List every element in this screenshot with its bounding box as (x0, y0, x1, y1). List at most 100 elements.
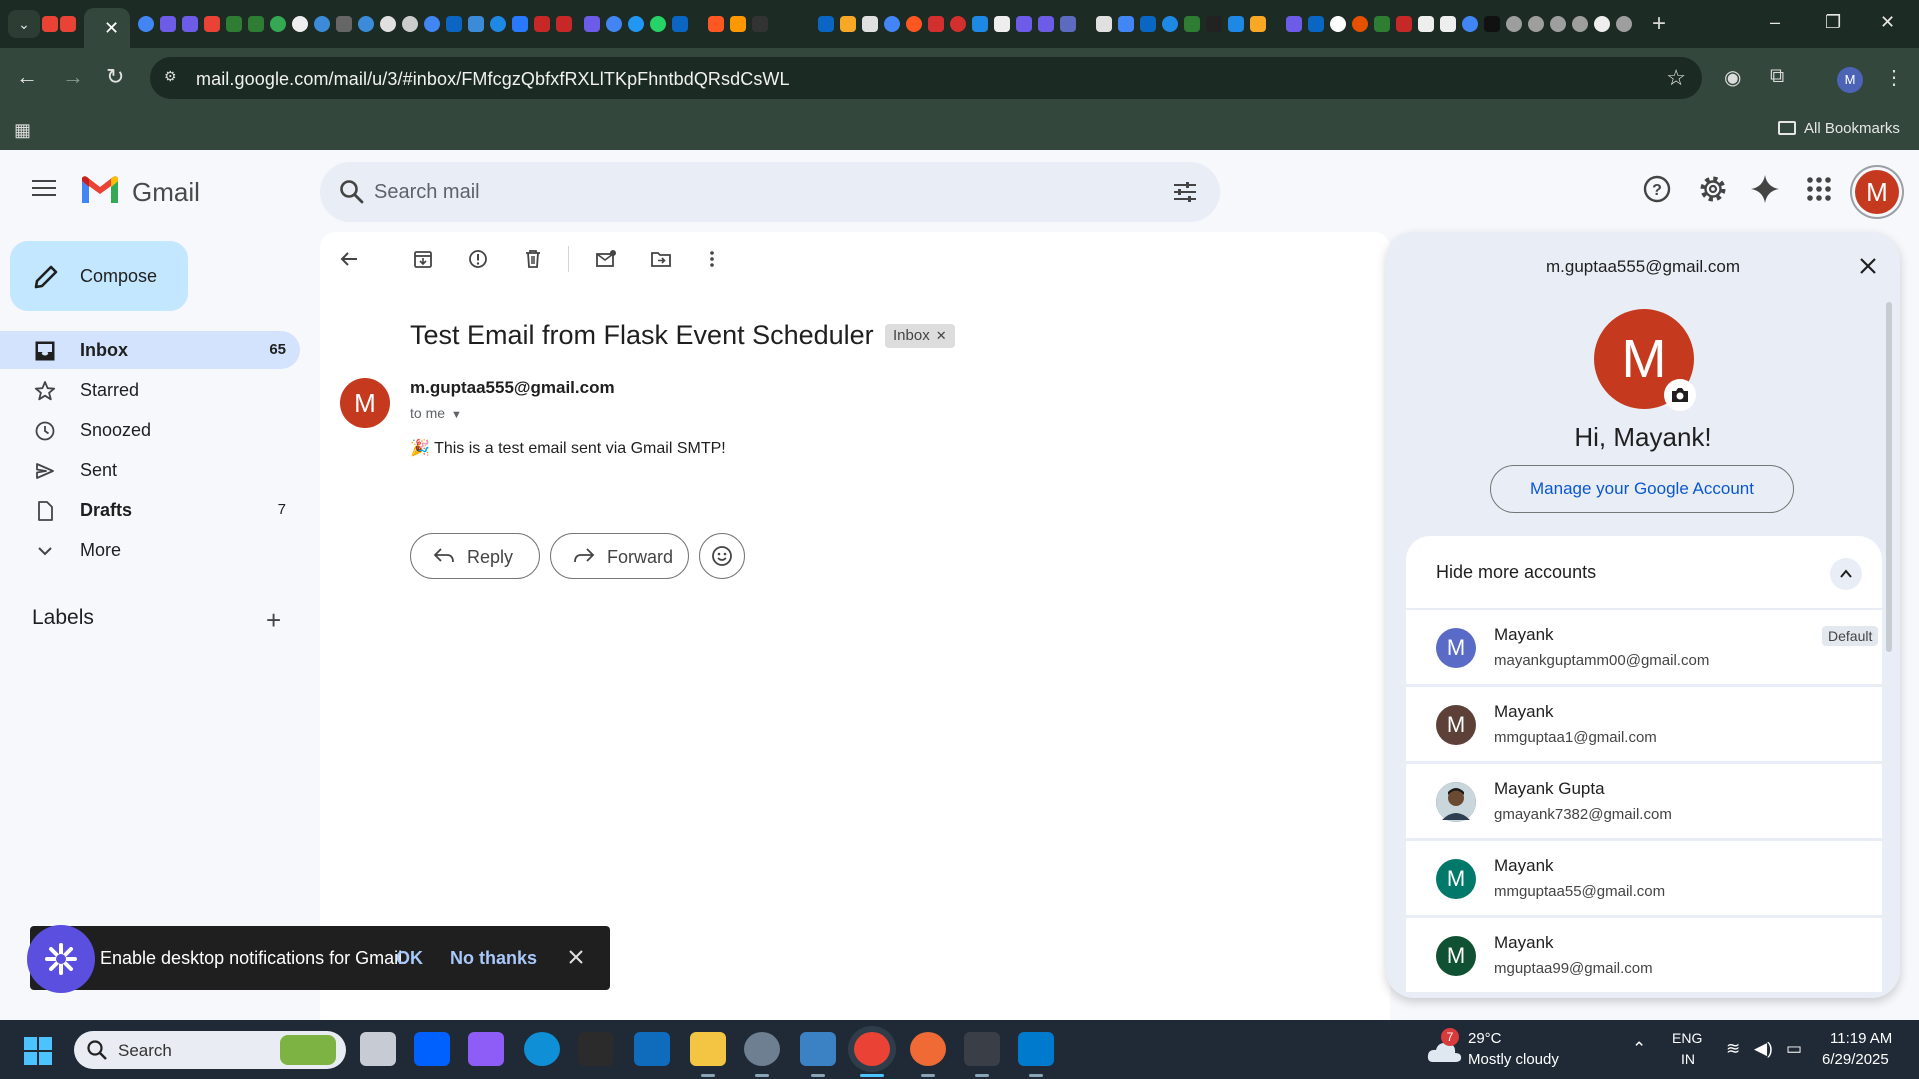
github-tab-favicon[interactable] (292, 16, 308, 32)
archive-icon[interactable] (412, 248, 434, 270)
file-explorer-icon[interactable] (690, 1032, 726, 1066)
terminal-icon[interactable] (964, 1032, 1000, 1066)
linkedin-tab-favicon[interactable] (672, 16, 688, 32)
tab-favicon[interactable] (512, 16, 528, 32)
active-tab[interactable]: ✕ (84, 8, 130, 48)
taskbar-search[interactable]: Search (74, 1031, 346, 1069)
search-icon[interactable] (338, 178, 366, 206)
tab-favicon[interactable] (1228, 16, 1244, 32)
task-view-icon[interactable] (360, 1032, 396, 1066)
help-icon[interactable]: ? (1640, 172, 1674, 206)
site-info-icon[interactable]: ⚙ (164, 68, 184, 88)
tab-favicon[interactable] (1118, 16, 1134, 32)
vscode-icon[interactable] (1018, 1032, 1054, 1066)
tab-favicon[interactable] (1550, 16, 1566, 32)
tab-favicon[interactable] (1506, 16, 1522, 32)
gemini-sparkle-icon[interactable] (1748, 172, 1782, 206)
whatsapp-tab-favicon[interactable] (650, 16, 666, 32)
tab-favicon[interactable] (1060, 16, 1076, 32)
snackbar-no-thanks-button[interactable]: No thanks (450, 948, 537, 969)
tab-favicon[interactable] (402, 16, 418, 32)
account-item[interactable]: M Mayank mguptaa99@gmail.com (1406, 918, 1882, 992)
notepad-icon[interactable] (800, 1032, 836, 1066)
tab-favicon[interactable] (584, 16, 600, 32)
sender-email[interactable]: m.guptaa555@gmail.com (410, 378, 615, 398)
tab-favicon[interactable] (424, 16, 440, 32)
delete-trash-icon[interactable] (522, 248, 544, 270)
tab-favicon[interactable] (730, 16, 746, 32)
tab-search-button[interactable]: ⌄ (8, 10, 40, 38)
close-window-icon[interactable]: ✕ (1880, 12, 1895, 33)
search-input[interactable] (374, 176, 1074, 208)
new-tab-button[interactable]: + (1652, 10, 1666, 38)
tab-favicon[interactable] (248, 16, 264, 32)
tab-favicon[interactable] (336, 16, 352, 32)
google-tab-favicon[interactable] (138, 16, 154, 32)
tab-favicon[interactable] (534, 16, 550, 32)
inbox-label-chip[interactable]: Inbox ✕ (885, 324, 955, 348)
volume-icon[interactable]: ◀) (1754, 1039, 1773, 1059)
all-bookmarks-button[interactable]: All Bookmarks (1778, 120, 1900, 137)
app-icon[interactable] (578, 1032, 614, 1066)
tab-favicon[interactable] (994, 16, 1010, 32)
clock-date[interactable]: 6/29/2025 (1822, 1051, 1889, 1068)
forward-button[interactable]: Forward (550, 533, 689, 579)
outlook-icon[interactable] (634, 1032, 670, 1066)
bookmark-star-icon[interactable]: ☆ (1666, 65, 1686, 91)
tab-favicon[interactable] (270, 16, 286, 32)
battery-icon[interactable]: ▭ (1786, 1039, 1802, 1059)
tab-favicon[interactable] (1286, 16, 1302, 32)
tab-favicon[interactable] (1038, 16, 1054, 32)
tab-favicon[interactable] (1528, 16, 1544, 32)
compose-button[interactable]: Compose (10, 241, 188, 311)
emoji-reaction-button[interactable] (699, 533, 745, 579)
close-tab-icon[interactable]: ✕ (104, 18, 119, 39)
reload-icon[interactable]: ↻ (106, 66, 124, 88)
sidebar-item-drafts[interactable]: Drafts 7 (0, 491, 300, 529)
extensions-icon[interactable]: ⧉ (1770, 65, 1784, 88)
tab-favicon[interactable] (1616, 16, 1632, 32)
gmail-logo-icon[interactable] (80, 175, 120, 205)
recipient-details[interactable]: to me ▼ (410, 405, 462, 421)
account-item[interactable]: M Mayank mayankguptamm00@gmail.com Defau… (1406, 610, 1882, 684)
tab-favicon[interactable] (490, 16, 506, 32)
back-icon[interactable]: ← (16, 66, 38, 88)
account-avatar[interactable]: M (1855, 170, 1899, 214)
tab-favicon[interactable] (1016, 16, 1032, 32)
tab-favicon[interactable] (1352, 16, 1368, 32)
wifi-icon[interactable]: ≋ (1726, 1039, 1740, 1059)
main-menu-icon[interactable] (32, 180, 56, 198)
tab-favicon[interactable] (556, 16, 572, 32)
tab-favicon[interactable] (906, 16, 922, 32)
sidebar-item-inbox[interactable]: Inbox 65 (0, 331, 300, 369)
weather-temperature[interactable]: 29°C (1468, 1030, 1502, 1047)
tab-favicon[interactable] (204, 16, 220, 32)
tab-favicon[interactable] (1440, 16, 1456, 32)
report-spam-icon[interactable] (467, 248, 489, 270)
tab-favicon[interactable] (160, 16, 176, 32)
tab-favicon[interactable] (1462, 16, 1478, 32)
account-item[interactable]: M Mayank mmguptaa55@gmail.com (1406, 841, 1882, 915)
back-to-inbox-icon[interactable] (338, 248, 360, 270)
add-label-icon[interactable]: + (266, 605, 281, 636)
sidebar-item-more[interactable]: More (0, 531, 300, 569)
tab-favicon[interactable] (380, 16, 396, 32)
chrome-menu-icon[interactable]: ⋮ (1884, 65, 1904, 90)
tab-favicon[interactable] (972, 16, 988, 32)
gmail-tab-favicon[interactable] (60, 16, 76, 32)
snackbar-ok-button[interactable]: OK (396, 948, 423, 969)
tab-favicon[interactable] (950, 16, 966, 32)
dropbox-icon[interactable] (414, 1032, 450, 1066)
more-options-icon[interactable] (701, 248, 723, 270)
show-hidden-icons-chevron-icon[interactable]: ⌃ (1632, 1039, 1646, 1059)
linkedin-tab-favicon[interactable] (1140, 16, 1156, 32)
address-bar[interactable]: ⚙ mail.google.com/mail/u/3/#inbox/FMfcgz… (150, 57, 1702, 99)
tab-favicon[interactable] (1162, 16, 1178, 32)
gmail-brand[interactable]: Gmail (132, 177, 200, 208)
clock-time[interactable]: 11:19 AM (1830, 1030, 1892, 1047)
settings-gear-icon[interactable] (1696, 172, 1730, 206)
tab-favicon[interactable] (606, 16, 622, 32)
account-item[interactable]: M Mayank mmguptaa1@gmail.com (1406, 687, 1882, 761)
search-options-icon[interactable] (1172, 180, 1198, 204)
chevron-up-icon[interactable] (1830, 558, 1862, 590)
